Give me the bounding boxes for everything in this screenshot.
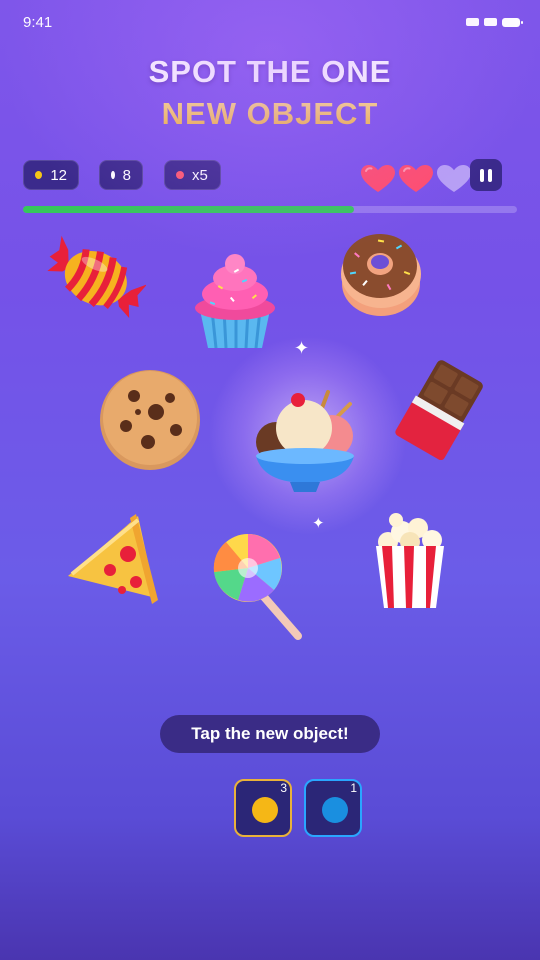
hint-message: Tap the new object! — [160, 715, 380, 753]
popcorn-object[interactable] — [372, 512, 448, 612]
progress-bar — [23, 206, 517, 213]
status-time: 9:41 — [23, 14, 53, 31]
status-bar: 9:41 — [23, 14, 523, 32]
battery-icon — [502, 18, 523, 27]
donut-object[interactable] — [338, 226, 424, 320]
coin-icon — [35, 171, 43, 179]
ice-cream-sundae-object[interactable] — [252, 388, 358, 494]
sparkle-icon: ✦ — [294, 338, 310, 358]
pearl-icon — [111, 171, 115, 179]
title-line-2: NEW OBJECT — [0, 96, 540, 132]
coins-counter: 12 — [23, 160, 79, 190]
status-icons — [466, 18, 523, 27]
wifi-icon — [484, 18, 497, 26]
cupcake-object[interactable] — [190, 250, 280, 352]
powerup-count: 3 — [280, 781, 287, 795]
heart-icon — [361, 165, 395, 192]
multiplier-value: x5 — [192, 166, 208, 184]
pause-icon — [480, 168, 484, 182]
powerup-gold-icon — [252, 797, 278, 823]
pizza-slice-object[interactable] — [60, 510, 160, 606]
powerup-blue-icon — [322, 797, 348, 823]
coins-value: 12 — [50, 166, 67, 184]
hint-powerup-button[interactable]: 3 — [234, 779, 292, 837]
chocolate-bar-object[interactable] — [394, 360, 488, 460]
multiplier-counter: x5 — [164, 160, 221, 190]
pause-button[interactable] — [470, 159, 502, 191]
heart-icon — [399, 165, 433, 192]
progress-fill — [23, 206, 354, 213]
pearls-value: 8 — [122, 166, 131, 184]
sparkle-icon: ✦ — [312, 515, 325, 532]
game-screen: 9:41 SPOT THE ONE NEW OBJECT 12 8 x5 ✦ ✦… — [0, 0, 540, 960]
heart-empty-icon — [437, 165, 471, 192]
freeze-powerup-button[interactable]: 1 — [304, 779, 362, 837]
powerup-count: 1 — [350, 781, 357, 795]
multiplier-icon — [176, 171, 184, 179]
candy-object[interactable] — [44, 234, 146, 326]
cookie-object[interactable] — [98, 368, 202, 472]
lives — [360, 164, 472, 194]
title-line-1: SPOT THE ONE — [148, 54, 392, 89]
signal-icon — [466, 18, 479, 26]
lollipop-object[interactable] — [208, 530, 308, 642]
pearls-counter: 8 — [99, 160, 143, 190]
